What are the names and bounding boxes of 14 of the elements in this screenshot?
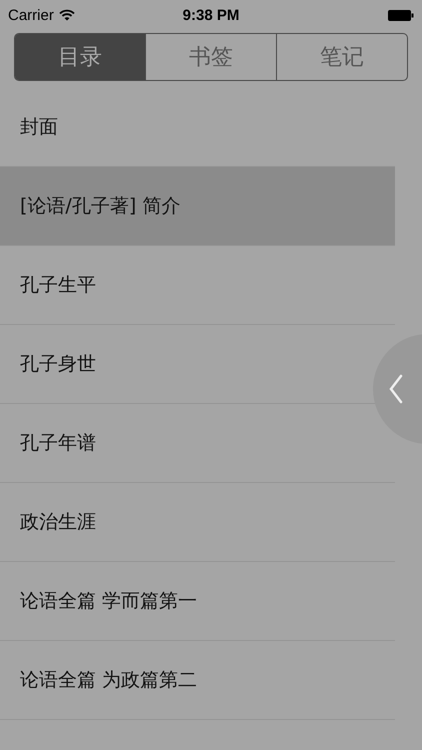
- chapter-item[interactable]: 政治生涯: [20, 509, 96, 535]
- chapter-item[interactable]: 封面: [20, 114, 58, 140]
- chapter-item[interactable]: 孔子身世: [20, 351, 96, 377]
- tab[interactable]: 目录: [15, 34, 145, 80]
- chapter-item[interactable]: 论语全篇 为政篇第二: [20, 667, 198, 693]
- wifi-icon: [58, 9, 75, 21]
- carrier-name: Carrier: [8, 6, 54, 24]
- chapter-item[interactable]: 孔子生平: [20, 272, 96, 298]
- chapter-item[interactable]: [论语/孔子著] 简介: [0, 167, 395, 246]
- clock-time: 9:38 PM: [182, 6, 240, 24]
- battery-icon: [388, 10, 414, 20]
- chapter-item[interactable]: 论语全篇 学而篇第一: [20, 588, 198, 614]
- chevron-left-icon: [389, 374, 403, 404]
- chapter-item[interactable]: 孔子年谱: [20, 430, 96, 456]
